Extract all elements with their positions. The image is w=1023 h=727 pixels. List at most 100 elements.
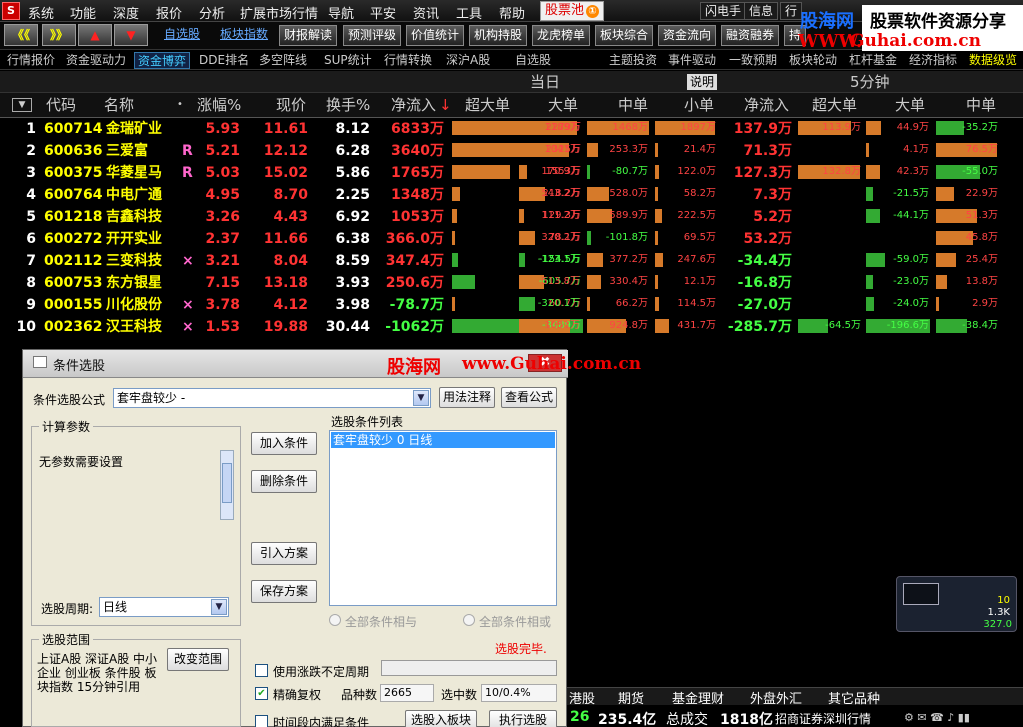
formula-select[interactable]: 套牢盘较少 - ▼ bbox=[113, 388, 431, 408]
bottom-tab-other[interactable]: 其它品种 bbox=[828, 688, 880, 707]
tab-rotation[interactable]: 板块轮动 bbox=[786, 52, 840, 69]
stock-code: 002362 bbox=[44, 319, 103, 335]
floating-monitor-widget[interactable]: 10 1.3K 327.0 bbox=[896, 576, 1017, 632]
tab-lever-fund[interactable]: 杠杆基金 bbox=[846, 52, 900, 69]
col-code[interactable]: 代码 bbox=[46, 93, 76, 117]
menu-help[interactable]: 帮助 bbox=[499, 3, 525, 22]
menu-depth[interactable]: 深度 bbox=[113, 3, 139, 22]
tab-dde[interactable]: DDE排名 bbox=[196, 52, 252, 69]
col-m[interactable]: 中单 bbox=[618, 93, 648, 117]
col-chg[interactable]: 涨幅% bbox=[197, 93, 241, 117]
btn-institution[interactable]: 机构持股 bbox=[469, 25, 528, 46]
change-range-button[interactable]: 改变范围 bbox=[167, 648, 229, 671]
col-name[interactable]: 名称 bbox=[104, 93, 134, 117]
scrollbar-thumb[interactable] bbox=[222, 463, 232, 503]
tab-a-shares[interactable]: 深沪A股 bbox=[443, 52, 493, 69]
table-row[interactable]: 2 600636 三爱富 R 5.21 12.12 6.28 3640万 2325万 1041万 2… bbox=[0, 140, 1023, 162]
menu-pingan[interactable]: 平安 bbox=[370, 3, 396, 22]
tab-watchlist[interactable]: 自选股 bbox=[512, 52, 554, 69]
btn-value[interactable]: 价值统计 bbox=[406, 25, 465, 46]
table-row[interactable]: 7 002112 三变科技 × 3.21 8.04 8.59 347.4万 -154.5万 -12… bbox=[0, 250, 1023, 272]
radio-or[interactable] bbox=[463, 614, 475, 626]
btn-board[interactable]: 板块综合 bbox=[595, 25, 654, 46]
col-m5[interactable]: 中单 bbox=[966, 93, 996, 117]
btn-dragon[interactable]: 龙虎榜单 bbox=[532, 25, 591, 46]
btn-report[interactable]: 财报解读 bbox=[279, 25, 338, 46]
save-plan-button[interactable]: 保存方案 bbox=[251, 580, 317, 603]
delete-condition-button[interactable]: 删除条件 bbox=[251, 470, 317, 493]
col-turnover[interactable]: 换手% bbox=[326, 93, 370, 117]
menu-ext-market[interactable]: 扩展市场行情 bbox=[240, 3, 318, 22]
bottom-tab-hk[interactable]: 港股 bbox=[569, 688, 595, 707]
period-select[interactable]: 日线 ▼ bbox=[99, 597, 229, 617]
chevron-down-icon[interactable]: ▼ bbox=[211, 599, 227, 615]
irregular-checkbox[interactable] bbox=[255, 664, 268, 677]
link-board-index[interactable]: 板块指数 bbox=[216, 25, 272, 46]
menu-quote[interactable]: 报价 bbox=[156, 3, 182, 22]
col-xl5[interactable]: 超大单 bbox=[812, 93, 857, 117]
add-condition-button[interactable]: 加入条件 bbox=[251, 432, 317, 455]
bottom-tab-fund[interactable]: 基金理财 bbox=[672, 688, 724, 707]
flow-bar-m: -80.7万 bbox=[587, 165, 650, 179]
col-xl[interactable]: 超大单 bbox=[465, 93, 510, 117]
info-button[interactable]: 信息 bbox=[744, 2, 779, 20]
col-net[interactable]: 净流入 bbox=[391, 93, 436, 117]
menu-tools[interactable]: 工具 bbox=[456, 3, 482, 22]
usage-note-button[interactable]: 用法注释 bbox=[439, 387, 495, 408]
explain-button[interactable]: 说明 bbox=[687, 74, 718, 90]
tab-long-short[interactable]: 多空阵线 bbox=[256, 52, 310, 69]
btn-margin[interactable]: 融资融券 bbox=[721, 25, 780, 46]
flash-trade-button[interactable]: 闪电手 bbox=[700, 2, 747, 20]
table-row[interactable]: 3 600375 华菱星马 R 5.03 15.02 5.86 1765万 1553万 170.9… bbox=[0, 162, 1023, 184]
chevron-down-icon[interactable]: ▼ bbox=[413, 390, 429, 406]
params-scrollbar[interactable] bbox=[220, 450, 234, 520]
table-row[interactable]: 10 002362 汉王科技 × 1.53 19.88 30.44 -1062万 -3489万 1… bbox=[0, 316, 1023, 338]
column-menu-icon[interactable]: ▼ bbox=[12, 98, 32, 112]
stock-pool-button[interactable]: 股票池 ① bbox=[540, 1, 605, 21]
btn-capital-flow[interactable]: 资金流向 bbox=[658, 25, 717, 46]
tab-capital-game[interactable]: 资金博弈 bbox=[134, 52, 191, 69]
tab-capital-drive[interactable]: 资金驱动力 bbox=[63, 52, 129, 69]
col-net5[interactable]: 净流入 bbox=[744, 93, 789, 117]
menu-function[interactable]: 功能 bbox=[70, 3, 96, 22]
view-formula-button[interactable]: 查看公式 bbox=[501, 387, 557, 408]
tab-convert[interactable]: 行情转换 bbox=[381, 52, 435, 69]
col-s[interactable]: 小单 bbox=[684, 93, 714, 117]
table-row[interactable]: 8 600753 东方银星 7.15 13.18 3.93 250.6万 -605.7万 513… bbox=[0, 272, 1023, 294]
table-row[interactable]: 5 601218 吉鑫科技 3.26 4.43 6.92 1053万 129.3万 111.2万… bbox=[0, 206, 1023, 228]
radio-and[interactable] bbox=[329, 614, 341, 626]
condition-list[interactable]: 套牢盘较少 0 日线 bbox=[329, 430, 557, 606]
quote-button[interactable]: 行 bbox=[780, 2, 803, 20]
menu-analysis[interactable]: 分析 bbox=[199, 3, 225, 22]
tab-sup[interactable]: SUP统计 bbox=[321, 52, 375, 69]
menu-nav[interactable]: 导航 bbox=[328, 3, 354, 22]
col-l[interactable]: 大单 bbox=[548, 93, 578, 117]
table-row[interactable]: 9 000155 川化股份 × 3.78 4.12 3.98 -78.7万 60.7万 -320.… bbox=[0, 294, 1023, 316]
menu-system[interactable]: 系统 bbox=[28, 3, 54, 22]
app-logo[interactable]: S bbox=[2, 2, 20, 20]
tab-theme[interactable]: 主题投资 bbox=[606, 52, 660, 69]
tab-data-browse[interactable]: 数据级览 bbox=[966, 52, 1020, 69]
table-row[interactable]: 4 600764 中电广通 4.95 8.70 2.25 1348万 218.2万 543.2万… bbox=[0, 184, 1023, 206]
bar-fill bbox=[587, 253, 603, 267]
tab-quote[interactable]: 行情报价 bbox=[4, 52, 58, 69]
table-row[interactable]: 6 600272 开开实业 2.37 11.66 6.38 366.0万 78.1万 320.2… bbox=[0, 228, 1023, 250]
table-row[interactable]: 1 600714 金瑞矿业 5.93 11.61 8.12 6833万 2279万 1189万 1… bbox=[0, 118, 1023, 140]
bar-value: 76.5万 bbox=[965, 144, 998, 155]
bottom-tab-forex[interactable]: 外盘外汇 bbox=[750, 688, 802, 707]
tab-event[interactable]: 事件驱动 bbox=[665, 52, 719, 69]
up-button[interactable]: ▲ bbox=[78, 24, 112, 46]
link-watchlist[interactable]: 自选股 bbox=[160, 25, 204, 46]
import-plan-button[interactable]: 引入方案 bbox=[251, 542, 317, 565]
bottom-tab-futures[interactable]: 期货 bbox=[618, 688, 644, 707]
btn-rating[interactable]: 预测评级 bbox=[343, 25, 402, 46]
menu-info[interactable]: 资讯 bbox=[413, 3, 439, 22]
col-l5[interactable]: 大单 bbox=[895, 93, 925, 117]
tab-economy[interactable]: 经济指标 bbox=[906, 52, 960, 69]
down-button[interactable]: ▼ bbox=[114, 24, 148, 46]
condition-list-item[interactable]: 套牢盘较少 0 日线 bbox=[331, 432, 555, 448]
tab-forecast[interactable]: 一致预期 bbox=[726, 52, 780, 69]
col-price[interactable]: 现价 bbox=[276, 93, 306, 117]
prev-page-button[interactable]: 《《 bbox=[4, 24, 38, 46]
next-page-button[interactable]: 》》 bbox=[42, 24, 76, 46]
